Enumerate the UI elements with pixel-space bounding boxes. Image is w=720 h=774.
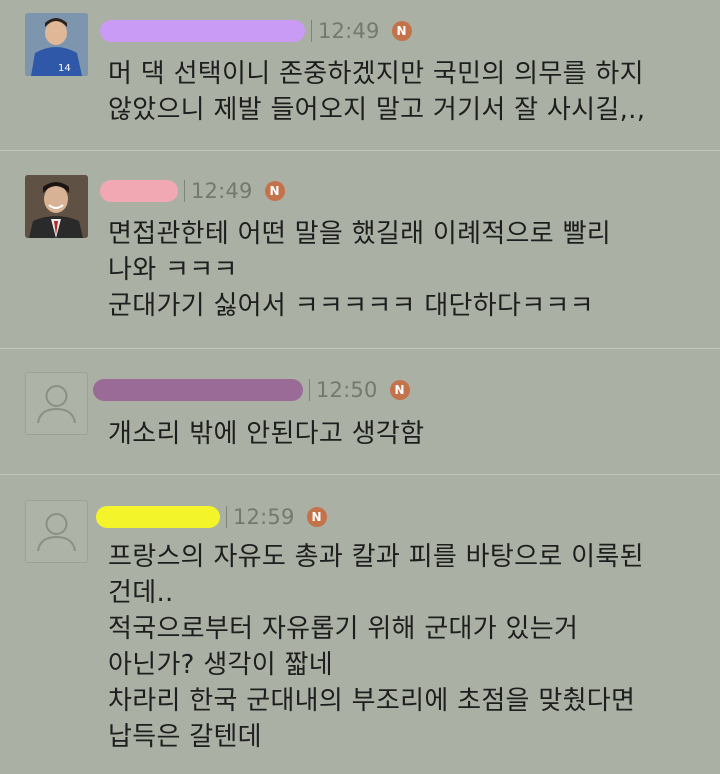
comment-meta: 12:50 N [93, 375, 410, 405]
meta-separator [226, 506, 227, 528]
new-badge-icon: N [389, 380, 410, 400]
redacted-username [100, 180, 178, 202]
default-user-icon [37, 513, 76, 552]
user-avatar[interactable] [25, 500, 88, 563]
comment-item: 12:59 N 프랑스의 자유도 총과 칼과 피를 바탕으로 이룩된 건데.. … [0, 475, 720, 774]
new-badge-icon: N [391, 21, 412, 41]
user-avatar[interactable] [25, 175, 88, 238]
user-photo-icon: 14 [25, 13, 88, 76]
comment-time: 12:49 [191, 179, 253, 203]
comment-text: 개소리 밖에 안된다고 생각함 [108, 419, 425, 449]
comment-meta: 12:59 N [96, 502, 327, 532]
user-avatar[interactable] [25, 372, 88, 435]
comment-meta: 12:49 N [100, 176, 285, 206]
new-badge-icon: N [306, 507, 327, 527]
user-photo-icon [25, 175, 88, 238]
comment-time: 12:50 [316, 378, 378, 402]
meta-separator [184, 180, 185, 202]
redacted-username [96, 506, 220, 528]
comment-item: 12:50 N 개소리 밖에 안된다고 생각함 [0, 349, 720, 474]
comment-time: 12:49 [318, 19, 380, 43]
default-user-icon [37, 385, 76, 424]
comment-meta: 12:49 N [100, 16, 412, 46]
meta-separator [309, 379, 310, 401]
comment-item: 14 12:49 N 머 댁 선택이니 존중하겠지만 국민의 의무를 하지 않았… [0, 0, 720, 150]
comment-text: 면접관한테 어떤 말을 했길래 이례적으로 빨리 나와 ㅋㅋㅋ 군대가기 싫어서… [108, 219, 612, 321]
redacted-username [93, 379, 303, 401]
meta-separator [311, 20, 312, 42]
comment-time: 12:59 [233, 505, 295, 529]
comment-text: 머 댁 선택이니 존중하겠지만 국민의 의무를 하지 않았으니 제발 들어오지 … [108, 59, 646, 125]
svg-text:14: 14 [58, 63, 71, 74]
comment-item: 12:49 N 면접관한테 어떤 말을 했길래 이례적으로 빨리 나와 ㅋㅋㅋ … [0, 151, 720, 348]
redacted-username [100, 20, 305, 42]
user-avatar[interactable]: 14 [25, 13, 88, 76]
comment-text: 프랑스의 자유도 총과 칼과 피를 바탕으로 이룩된 건데.. 적국으로부터 자… [108, 542, 644, 752]
new-badge-icon: N [264, 181, 285, 201]
